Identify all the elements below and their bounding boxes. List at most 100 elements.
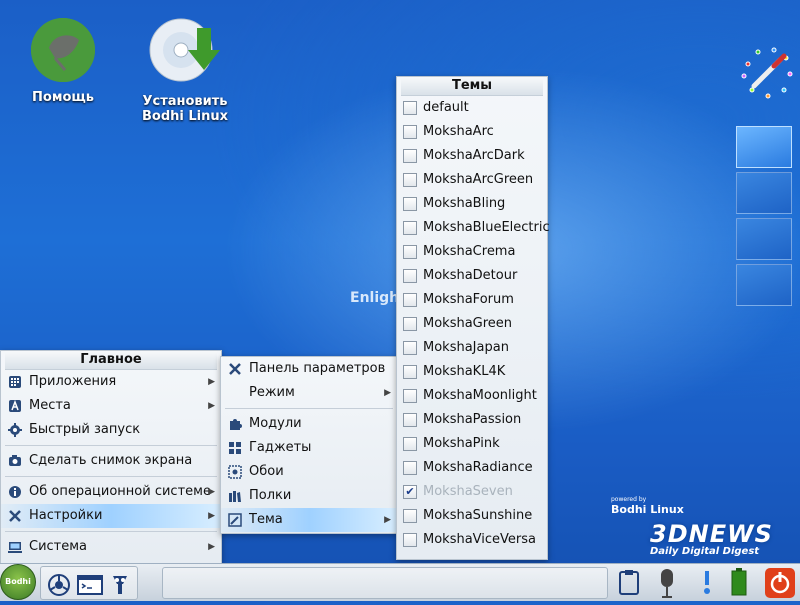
menu-item-applications[interactable]: Приложения ▶ <box>1 370 221 394</box>
terminal-icon[interactable] <box>75 570 105 600</box>
checkbox-icon[interactable] <box>403 365 417 379</box>
theme-item[interactable]: MokshaPink <box>397 432 547 456</box>
clock-gadget[interactable] <box>738 44 796 102</box>
theme-item-label: MokshaViceVersa <box>423 532 537 547</box>
theme-item-label: default <box>423 100 469 115</box>
checkbox-icon[interactable] <box>403 341 417 355</box>
pager-desk-4[interactable] <box>736 264 792 306</box>
bodhi-small: powered by <box>611 496 647 503</box>
menu-item-label: Тема <box>249 512 283 527</box>
power-icon[interactable] <box>764 567 795 598</box>
microphone-icon[interactable] <box>652 567 682 598</box>
theme-item[interactable]: MokshaDetour <box>397 264 547 288</box>
checkbox-checked-icon[interactable]: ✔ <box>403 485 417 499</box>
menu-item-quick-launch[interactable]: Быстрый запуск <box>1 418 221 442</box>
menu-item-about[interactable]: Об операционной системе ▶ <box>1 480 221 504</box>
theme-item[interactable]: MokshaPassion <box>397 408 547 432</box>
main-menu: Главное Приложения ▶ Места ▶ Быстрый зап… <box>0 350 222 565</box>
theme-item[interactable]: MokshaMoonlight <box>397 384 547 408</box>
pager-desk-3[interactable] <box>736 218 792 260</box>
theme-item[interactable]: default <box>397 96 547 120</box>
menu-item-modules[interactable]: Модули <box>221 412 397 436</box>
menu-item-label: Гаджеты <box>249 440 312 455</box>
theme-item[interactable]: MokshaArc <box>397 120 547 144</box>
theme-item-label: MokshaForum <box>423 292 514 307</box>
menu-title: Темы <box>401 77 543 96</box>
checkbox-icon[interactable] <box>403 197 417 211</box>
theme-item-label: MokshaSeven <box>423 484 513 499</box>
checkbox-icon[interactable] <box>403 173 417 187</box>
theme-item[interactable]: MokshaBling <box>397 192 547 216</box>
menu-separator <box>5 531 217 532</box>
news-watermark: 3DNEWS Daily Digital Digest <box>650 520 773 557</box>
theme-item[interactable]: MokshaViceVersa <box>397 528 547 552</box>
checkbox-icon[interactable] <box>403 245 417 259</box>
clipboard-icon[interactable] <box>614 567 644 597</box>
menu-item-wallpaper[interactable]: Обои <box>221 460 397 484</box>
menu-item-label: Модули <box>249 416 302 431</box>
browser-icon[interactable] <box>44 570 74 600</box>
theme-item[interactable]: ✔ MokshaSeven <box>397 480 547 504</box>
desktop-pager[interactable] <box>736 126 792 310</box>
checkbox-icon[interactable] <box>403 317 417 331</box>
menu-separator <box>5 445 217 446</box>
theme-item[interactable]: MokshaBlueElectric <box>397 216 550 240</box>
pager-desk-1[interactable] <box>736 126 792 168</box>
checkbox-icon[interactable] <box>403 533 417 547</box>
menu-item-label: Настройки <box>29 508 103 523</box>
theme-item-label: MokshaPassion <box>423 412 522 427</box>
filemanager-icon[interactable] <box>105 570 135 600</box>
checkbox-icon[interactable] <box>403 437 417 451</box>
checkbox-icon[interactable] <box>403 149 417 163</box>
theme-item[interactable]: MokshaRadiance <box>397 456 547 480</box>
news-big: 3DNEWS <box>650 520 773 548</box>
puzzle-icon <box>230 419 242 430</box>
theme-item-label: MokshaBlueElectric <box>423 220 550 235</box>
theme-item[interactable]: MokshaArcGreen <box>397 168 547 192</box>
desktop-icon-install[interactable]: Установить Bodhi Linux <box>130 14 240 124</box>
theme-item-label: MokshaGreen <box>423 316 513 331</box>
menu-item-mode[interactable]: Режим ▶ <box>221 381 397 405</box>
start-button[interactable]: Bodhi <box>0 564 36 600</box>
task-area[interactable] <box>162 567 608 599</box>
checkbox-icon[interactable] <box>403 413 417 427</box>
menu-item-label: Приложения <box>29 374 117 389</box>
theme-item-label: MokshaDetour <box>423 268 518 283</box>
menu-item-shelves[interactable]: Полки <box>221 484 397 508</box>
theme-item[interactable]: MokshaCrema <box>397 240 547 264</box>
submenu-arrow-icon: ▶ <box>208 487 215 497</box>
checkbox-icon[interactable] <box>403 461 417 475</box>
submenu-arrow-icon: ▶ <box>208 401 215 411</box>
checkbox-icon[interactable] <box>403 101 417 115</box>
theme-item[interactable]: MokshaSunshine <box>397 504 547 528</box>
battery-icon[interactable] <box>724 567 754 597</box>
info-icon <box>9 486 21 498</box>
theme-item[interactable]: MokshaJapan <box>397 336 547 360</box>
checkbox-icon[interactable] <box>403 293 417 307</box>
shelves-icon <box>229 491 241 502</box>
theme-item[interactable]: MokshaKL4K <box>397 360 547 384</box>
menu-item-theme[interactable]: Тема ▶ <box>221 508 397 532</box>
alert-icon[interactable] <box>692 567 722 597</box>
theme-item-label: MokshaArc <box>423 124 494 139</box>
menu-item-settings-panel[interactable]: Панель параметров <box>221 357 397 381</box>
checkbox-icon[interactable] <box>403 389 417 403</box>
theme-item-label: MokshaPink <box>423 436 500 451</box>
menu-item-settings[interactable]: Настройки ▶ <box>1 504 221 528</box>
checkbox-icon[interactable] <box>403 125 417 139</box>
theme-item[interactable]: MokshaGreen <box>397 312 547 336</box>
menu-item-label: Режим <box>249 385 295 400</box>
theme-item[interactable]: MokshaArcDark <box>397 144 547 168</box>
menu-separator <box>5 476 217 477</box>
menu-item-screenshot[interactable]: Сделать снимок экрана <box>1 449 221 473</box>
theme-item[interactable]: MokshaForum <box>397 288 547 312</box>
checkbox-icon[interactable] <box>403 269 417 283</box>
pager-desk-2[interactable] <box>736 172 792 214</box>
checkbox-icon[interactable] <box>403 221 417 235</box>
checkbox-icon[interactable] <box>403 509 417 523</box>
menu-item-gadgets[interactable]: Гаджеты <box>221 436 397 460</box>
desktop-icon-help[interactable]: Помощь <box>8 18 118 105</box>
menu-item-label: Сделать снимок экрана <box>29 453 193 468</box>
menu-item-places[interactable]: Места ▶ <box>1 394 221 418</box>
menu-item-system[interactable]: Система ▶ <box>1 535 221 559</box>
